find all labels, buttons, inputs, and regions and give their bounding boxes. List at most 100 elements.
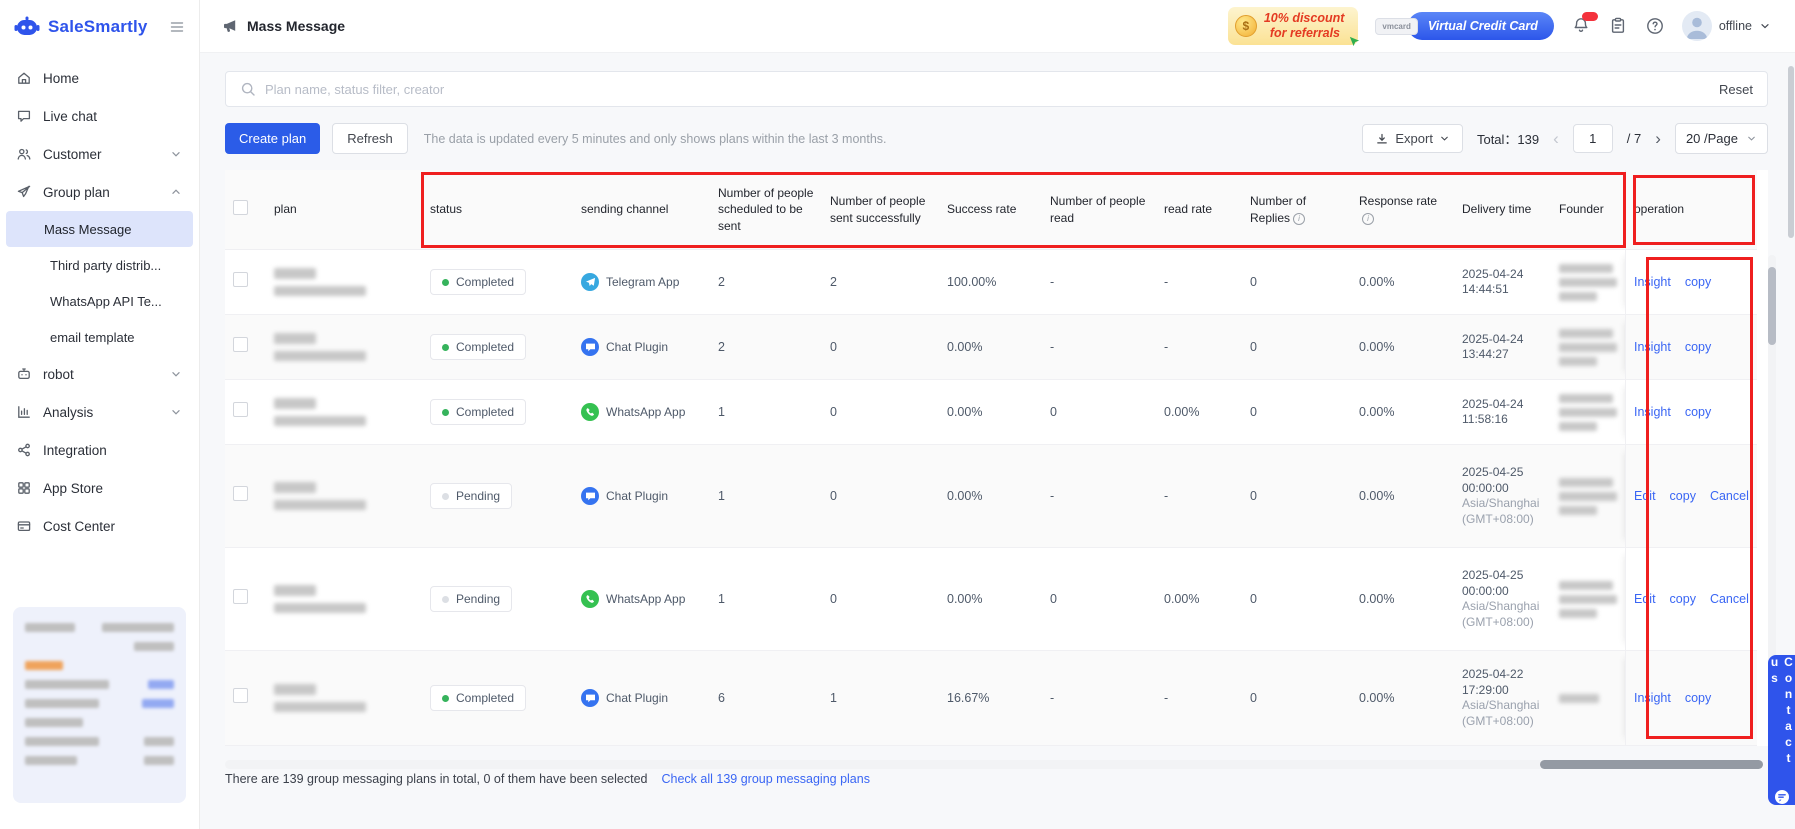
read-count: - bbox=[1050, 340, 1055, 354]
row-checkbox[interactable] bbox=[233, 688, 248, 703]
read-rate: 0.00% bbox=[1164, 405, 1200, 419]
promo-text: 10% discount for referrals bbox=[1263, 11, 1345, 40]
col-founder: Founder bbox=[1559, 202, 1604, 217]
sidebar-item-customer[interactable]: Customer bbox=[0, 135, 199, 173]
plan-name-redacted bbox=[266, 577, 422, 621]
founder-redacted bbox=[1551, 686, 1625, 711]
op-copy-link[interactable]: copy bbox=[1685, 275, 1711, 289]
notifications-bell-icon[interactable] bbox=[1571, 12, 1598, 36]
row-checkbox[interactable] bbox=[233, 589, 248, 604]
op-copy-link[interactable]: copy bbox=[1685, 691, 1711, 705]
sidebar-collapse-icon[interactable] bbox=[169, 19, 185, 35]
sent-count: 0 bbox=[830, 592, 837, 606]
export-button[interactable]: Export bbox=[1362, 124, 1463, 153]
sidebar-item-integration[interactable]: Integration bbox=[0, 431, 199, 469]
reset-button[interactable]: Reset bbox=[1719, 82, 1753, 97]
op-copy-link[interactable]: copy bbox=[1670, 489, 1696, 503]
success-rate: 0.00% bbox=[947, 340, 983, 354]
col-status: status bbox=[430, 202, 463, 217]
page-scrollbar-thumb[interactable] bbox=[1788, 66, 1794, 238]
help-icon[interactable] bbox=[1645, 16, 1665, 36]
op-copy-link[interactable]: copy bbox=[1685, 405, 1711, 419]
integration-icon bbox=[18, 443, 30, 457]
read-count: - bbox=[1050, 489, 1055, 503]
sidebar-item-cost-center[interactable]: Cost Center bbox=[0, 507, 199, 545]
chevron-down-icon bbox=[169, 405, 183, 419]
status-dot bbox=[442, 492, 449, 500]
sending-channel: Chat Plugin bbox=[573, 330, 710, 364]
op-copy-link[interactable]: copy bbox=[1685, 340, 1711, 354]
sidebar-item-analysis[interactable]: Analysis bbox=[0, 393, 199, 431]
download-icon bbox=[1377, 133, 1388, 143]
sidebar-item-email-template[interactable]: email template bbox=[6, 319, 193, 355]
sending-channel: Telegram App bbox=[573, 265, 710, 299]
search-input[interactable] bbox=[265, 81, 1711, 97]
op-insight-link[interactable]: Insight bbox=[1634, 691, 1671, 705]
page-title: Mass Message bbox=[247, 18, 346, 34]
sent-count: 2 bbox=[830, 275, 837, 289]
create-plan-button[interactable]: Create plan bbox=[225, 123, 321, 154]
op-cancel-link[interactable]: Cancel bbox=[1710, 592, 1749, 606]
toolbar: Create plan Refresh The data is updated … bbox=[225, 123, 1768, 154]
notification-badge bbox=[1581, 12, 1598, 21]
clipboard-icon[interactable] bbox=[1608, 16, 1628, 36]
replies-count: 0 bbox=[1250, 691, 1257, 705]
referral-promo-banner[interactable]: $ 10% discount for referrals bbox=[1227, 7, 1360, 46]
operation-cell: Insight copy bbox=[1625, 315, 1757, 379]
avatar bbox=[1681, 11, 1712, 41]
table-vertical-scrollbar-thumb[interactable] bbox=[1768, 267, 1776, 345]
contact-us-tab[interactable]: Contact us bbox=[1768, 655, 1795, 805]
col-success-rate: Success rate bbox=[947, 202, 1017, 217]
table-horizontal-scrollbar-thumb[interactable] bbox=[1540, 760, 1763, 769]
row-checkbox[interactable] bbox=[233, 486, 248, 501]
response-rate: 0.00% bbox=[1359, 340, 1395, 354]
plan-name-redacted bbox=[266, 390, 422, 434]
row-checkbox[interactable] bbox=[233, 402, 248, 417]
op-edit-link[interactable]: Edit bbox=[1634, 489, 1656, 503]
row-checkbox[interactable] bbox=[233, 337, 248, 352]
current-page-input[interactable]: 1 bbox=[1572, 124, 1613, 153]
op-insight-link[interactable]: Insight bbox=[1634, 405, 1671, 419]
founder-redacted bbox=[1551, 470, 1625, 523]
sidebar-item-mass-message[interactable]: Mass Message bbox=[6, 211, 193, 247]
refresh-button[interactable]: Refresh bbox=[332, 123, 408, 154]
info-icon[interactable]: i bbox=[1293, 212, 1306, 225]
presence-status: offline bbox=[1718, 19, 1752, 33]
op-insight-link[interactable]: Insight bbox=[1634, 275, 1671, 289]
founder-redacted bbox=[1551, 573, 1625, 626]
sidebar-item-whatsapp-api-template[interactable]: WhatsApp API Te... bbox=[6, 283, 193, 319]
op-cancel-link[interactable]: Cancel bbox=[1710, 489, 1749, 503]
sent-count: 0 bbox=[830, 489, 837, 503]
response-rate: 0.00% bbox=[1359, 275, 1395, 289]
page-size-select[interactable]: 20 /Page bbox=[1674, 123, 1768, 154]
col-scheduled: Number of people scheduled to be sent bbox=[718, 186, 814, 233]
sidebar-item-third-party-distribution[interactable]: Third party distrib... bbox=[6, 247, 193, 283]
table-horizontal-scrollbar-track[interactable] bbox=[225, 760, 1763, 769]
check-all-plans-link[interactable]: Check all 139 group messaging plans bbox=[662, 772, 870, 786]
col-read-rate: read rate bbox=[1164, 202, 1213, 217]
row-checkbox[interactable] bbox=[233, 272, 248, 287]
read-rate: - bbox=[1164, 489, 1169, 503]
sidebar-item-home[interactable]: Home bbox=[0, 59, 199, 97]
founder-redacted bbox=[1551, 321, 1625, 374]
vmcard-badge: vmcard bbox=[1375, 17, 1418, 35]
status-badge: Completed bbox=[430, 334, 527, 360]
select-all-checkbox[interactable] bbox=[233, 199, 248, 215]
user-menu[interactable]: offline bbox=[1681, 11, 1771, 41]
info-icon[interactable]: i bbox=[1362, 212, 1374, 225]
next-page-button[interactable]: › bbox=[1655, 130, 1661, 147]
sidebar-item-app-store[interactable]: App Store bbox=[0, 469, 199, 507]
op-insight-link[interactable]: Insight bbox=[1634, 340, 1671, 354]
sending-channel: Chat Plugin bbox=[573, 681, 710, 715]
virtual-credit-card-group: vmcard Virtual Credit Card bbox=[1375, 12, 1554, 40]
sidebar-item-group-plan[interactable]: Group plan bbox=[0, 173, 199, 211]
sidebar-item-live-chat[interactable]: Live chat bbox=[0, 97, 199, 135]
prev-page-button[interactable]: ‹ bbox=[1553, 130, 1559, 147]
read-count: - bbox=[1050, 691, 1055, 705]
op-edit-link[interactable]: Edit bbox=[1634, 592, 1656, 606]
op-copy-link[interactable]: copy bbox=[1670, 592, 1696, 606]
response-rate: 0.00% bbox=[1359, 691, 1395, 705]
sidebar-item-robot[interactable]: robot bbox=[0, 355, 199, 393]
coin-icon: $ bbox=[1234, 15, 1257, 37]
virtual-credit-card-button[interactable]: Virtual Credit Card bbox=[1407, 12, 1554, 40]
